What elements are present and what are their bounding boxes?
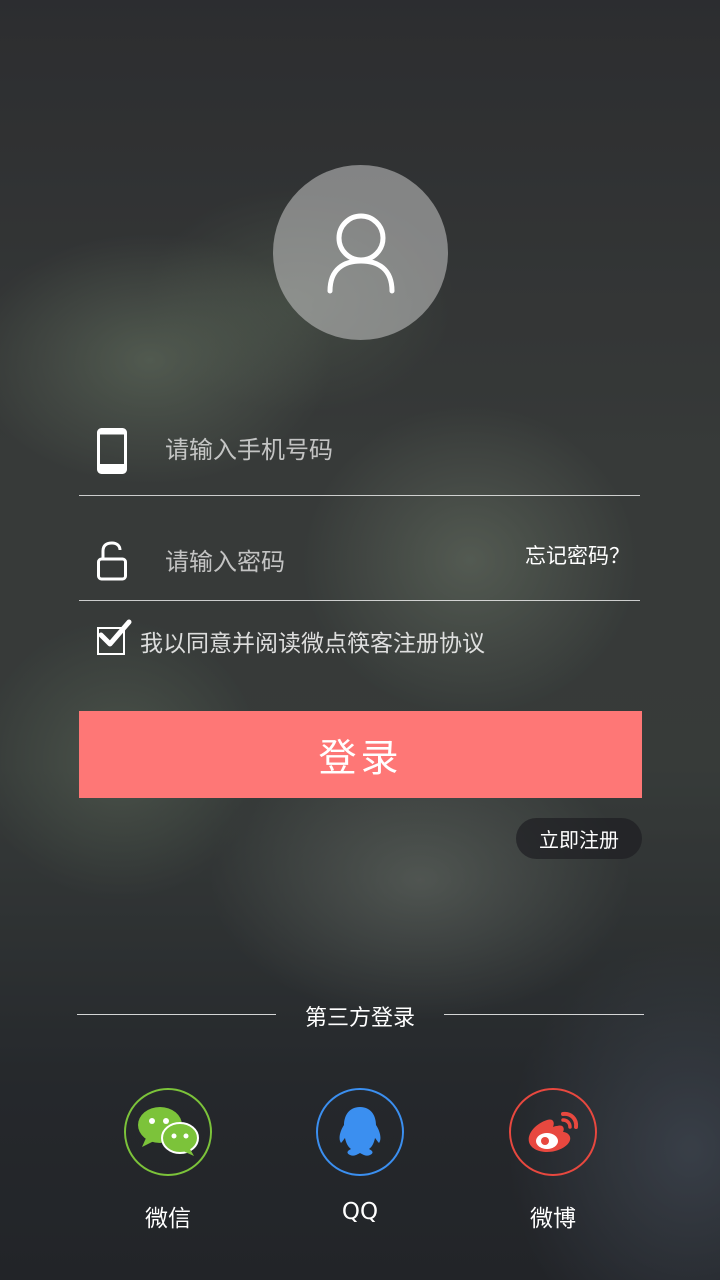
agreement-row: 我以同意并阅读微点筷客注册协议 — [97, 619, 485, 658]
weibo-icon — [528, 1111, 579, 1152]
checkmark-icon — [98, 619, 132, 647]
wechat-login-button[interactable]: 微信 — [123, 1088, 213, 1233]
user-icon — [327, 213, 394, 293]
agreement-checkbox[interactable] — [97, 619, 132, 655]
weibo-label: 微博 — [530, 1206, 576, 1232]
phone-icon — [97, 428, 127, 474]
weibo-login-button[interactable]: 微博 — [508, 1088, 598, 1233]
login-button[interactable]: 登录 — [79, 711, 642, 798]
phone-field — [79, 391, 640, 496]
wechat-icon — [138, 1107, 199, 1156]
qq-label: QQ — [341, 1199, 379, 1225]
unlock-icon — [97, 541, 127, 581]
wechat-circle[interactable] — [124, 1088, 212, 1176]
qq-circle[interactable] — [316, 1088, 404, 1176]
forgot-password-link[interactable]: 忘记密码？ — [525, 540, 630, 570]
weibo-circle[interactable] — [509, 1088, 597, 1176]
qq-login-button[interactable]: QQ — [315, 1088, 405, 1225]
divider-right — [444, 1014, 644, 1015]
agreement-text[interactable]: 我以同意并阅读微点筷客注册协议 — [140, 624, 485, 658]
password-input[interactable] — [163, 541, 497, 583]
third-party-title: 第三方登录 — [304, 1006, 415, 1031]
phone-input[interactable] — [163, 429, 497, 471]
avatar — [273, 165, 448, 340]
wechat-label: 微信 — [145, 1206, 191, 1232]
qq-icon — [339, 1107, 381, 1156]
password-field: 忘记密码？ — [79, 496, 640, 601]
register-button[interactable]: 立即注册 — [516, 818, 642, 859]
